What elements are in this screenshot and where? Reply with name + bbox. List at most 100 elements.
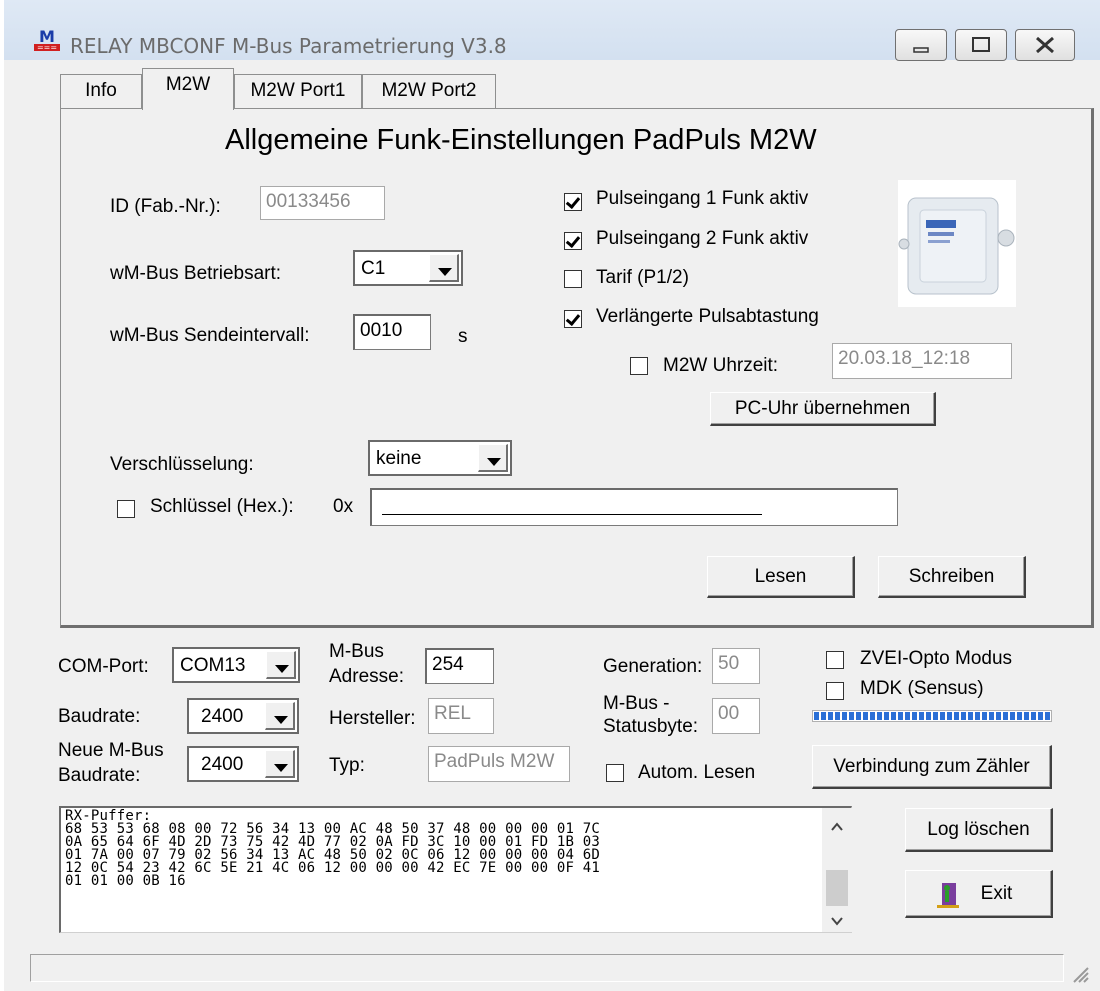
log-scrollbar[interactable] [822,808,852,932]
tarif-checkbox[interactable] [564,270,582,288]
exit-door-icon [937,883,959,908]
clear-log-button-label: Log löschen [927,819,1030,840]
pulse1-checkbox[interactable] [564,193,582,211]
minimize-icon [913,47,929,53]
key-label: Schlüssel (Hex.): [150,496,294,517]
new-baudrate-value: 2400 [201,754,244,775]
exit-button-label: Exit [980,883,1013,904]
resize-grip-icon[interactable] [1068,962,1090,984]
scroll-thumb [826,870,848,906]
mode-select[interactable]: C1 [353,250,463,286]
generation-label: Generation: [603,656,703,677]
panel-heading: Allgemeine Funk-Einstellungen PadPuls M2… [225,124,817,156]
clock-label: M2W Uhrzeit: [663,355,779,376]
device-image [898,180,1016,307]
app-logo-icon: M === [34,27,60,52]
minimize-button[interactable] [895,29,947,61]
rx-log-text: RX-Puffer: 68 53 53 68 08 00 72 56 34 13… [65,808,600,889]
progress-bar [812,710,1052,722]
id-field[interactable]: 00133456 [260,186,385,220]
write-button[interactable]: Schreiben [878,556,1026,598]
connect-meter-button[interactable]: Verbindung zum Zähler [812,745,1052,789]
encryption-select-value: keine [376,448,422,469]
mbus-address-label-line1: M-Bus [329,641,384,662]
app-window: M === RELAY MBCONF M-Bus Parametrierung … [0,0,1100,991]
connect-meter-button-label: Verbindung zum Zähler [833,756,1030,777]
zvei-opto-checkbox[interactable] [826,651,844,669]
interval-field[interactable]: 0010 [353,314,431,350]
title-bar[interactable]: M === RELAY MBCONF M-Bus Parametrierung … [4,0,1100,61]
auto-read-label: Autom. Lesen [638,762,756,783]
maximize-icon [972,37,990,52]
tab-label: M2W Port1 [250,80,346,101]
log-scrollbar-graphic [826,822,848,926]
write-button-label: Schreiben [908,566,995,587]
mdk-sensus-label: MDK (Sensus) [860,678,984,699]
tab-label: M2W [165,74,211,95]
device-icon [898,197,1015,295]
tab-m2w-port1[interactable]: M2W Port1 [234,74,362,108]
tab-m2w[interactable]: M2W [142,68,234,110]
chevron-down-icon[interactable] [429,254,459,282]
key-prefix: 0x [333,496,354,517]
window-border [0,0,4,991]
clock-field[interactable]: 20.03.18_12:18 [832,343,1012,379]
clear-log-button[interactable]: Log löschen [905,808,1053,852]
new-baud-label-line2: Baudrate: [58,765,141,786]
mbus-address-field[interactable]: 254 [425,648,494,684]
statusbyte-label-line2: Statusbyte: [603,716,699,737]
com-port-value: COM13 [180,655,246,676]
interval-unit: s [458,326,468,347]
progress-fill [814,712,1050,720]
rx-log[interactable]: RX-Puffer: 68 53 53 68 08 00 72 56 34 13… [59,806,852,933]
generation-field[interactable]: 50 [712,648,760,684]
pulse2-checkbox[interactable] [564,232,582,250]
tab-info[interactable]: Info [60,74,142,108]
svg-text:===: === [37,43,57,52]
chevron-down-icon[interactable] [265,702,295,730]
pc-clock-button-label: PC-Uhr übernehmen [734,398,911,419]
interval-label: wM-Bus Sendeintervall: [110,325,310,346]
clock-checkbox[interactable] [630,357,648,375]
close-button[interactable] [1015,29,1075,61]
pc-clock-button[interactable]: PC-Uhr übernehmen [710,392,936,426]
maximize-button[interactable] [955,29,1007,61]
id-label: ID (Fab.-Nr.): [110,196,221,217]
auto-read-checkbox[interactable] [606,764,624,782]
baudrate-select[interactable]: 2400 [187,698,299,734]
mode-label: wM-Bus Betriebsart: [110,263,282,284]
manufacturer-field[interactable]: REL [428,698,494,734]
pulse2-label: Pulseingang 2 Funk aktiv [596,228,809,249]
mdk-sensus-checkbox[interactable] [826,682,844,700]
key-field-underline [382,514,762,515]
com-port-select[interactable]: COM13 [172,647,300,683]
manufacturer-label: Hersteller: [329,708,416,729]
tarif-label: Tarif (P1/2) [596,267,689,288]
extended-pulse-checkbox[interactable] [564,310,582,328]
tab-label: Info [85,80,117,101]
scroll-down-icon [831,917,843,926]
chevron-down-icon[interactable] [478,444,508,472]
new-baudrate-select[interactable]: 2400 [187,746,299,782]
statusbyte-field[interactable]: 00 [712,698,760,734]
window-title: RELAY MBCONF M-Bus Parametrierung V3.8 [70,34,507,58]
read-button-label: Lesen [754,566,807,587]
type-label: Typ: [329,755,365,776]
extended-pulse-label: Verlängerte Pulsabtastung [596,306,819,327]
exit-button[interactable]: Exit [905,870,1053,918]
new-baud-label-line1: Neue M-Bus [58,740,164,761]
key-checkbox[interactable] [117,500,135,518]
mbus-address-label-line2: Adresse: [329,666,404,687]
chevron-down-icon[interactable] [265,750,295,778]
chevron-down-icon[interactable] [266,651,296,679]
key-field[interactable] [370,488,898,526]
tab-m2w-port2[interactable]: M2W Port2 [362,74,496,108]
type-field[interactable]: PadPuls M2W [428,746,570,782]
baudrate-value: 2400 [201,706,244,727]
baudrate-label: Baudrate: [58,706,141,727]
encryption-label: Verschlüsselung: [110,454,254,475]
status-bar [30,954,1064,982]
encryption-select[interactable]: keine [368,440,512,476]
read-button[interactable]: Lesen [707,556,855,598]
statusbyte-label-line1: M-Bus - [603,693,670,714]
